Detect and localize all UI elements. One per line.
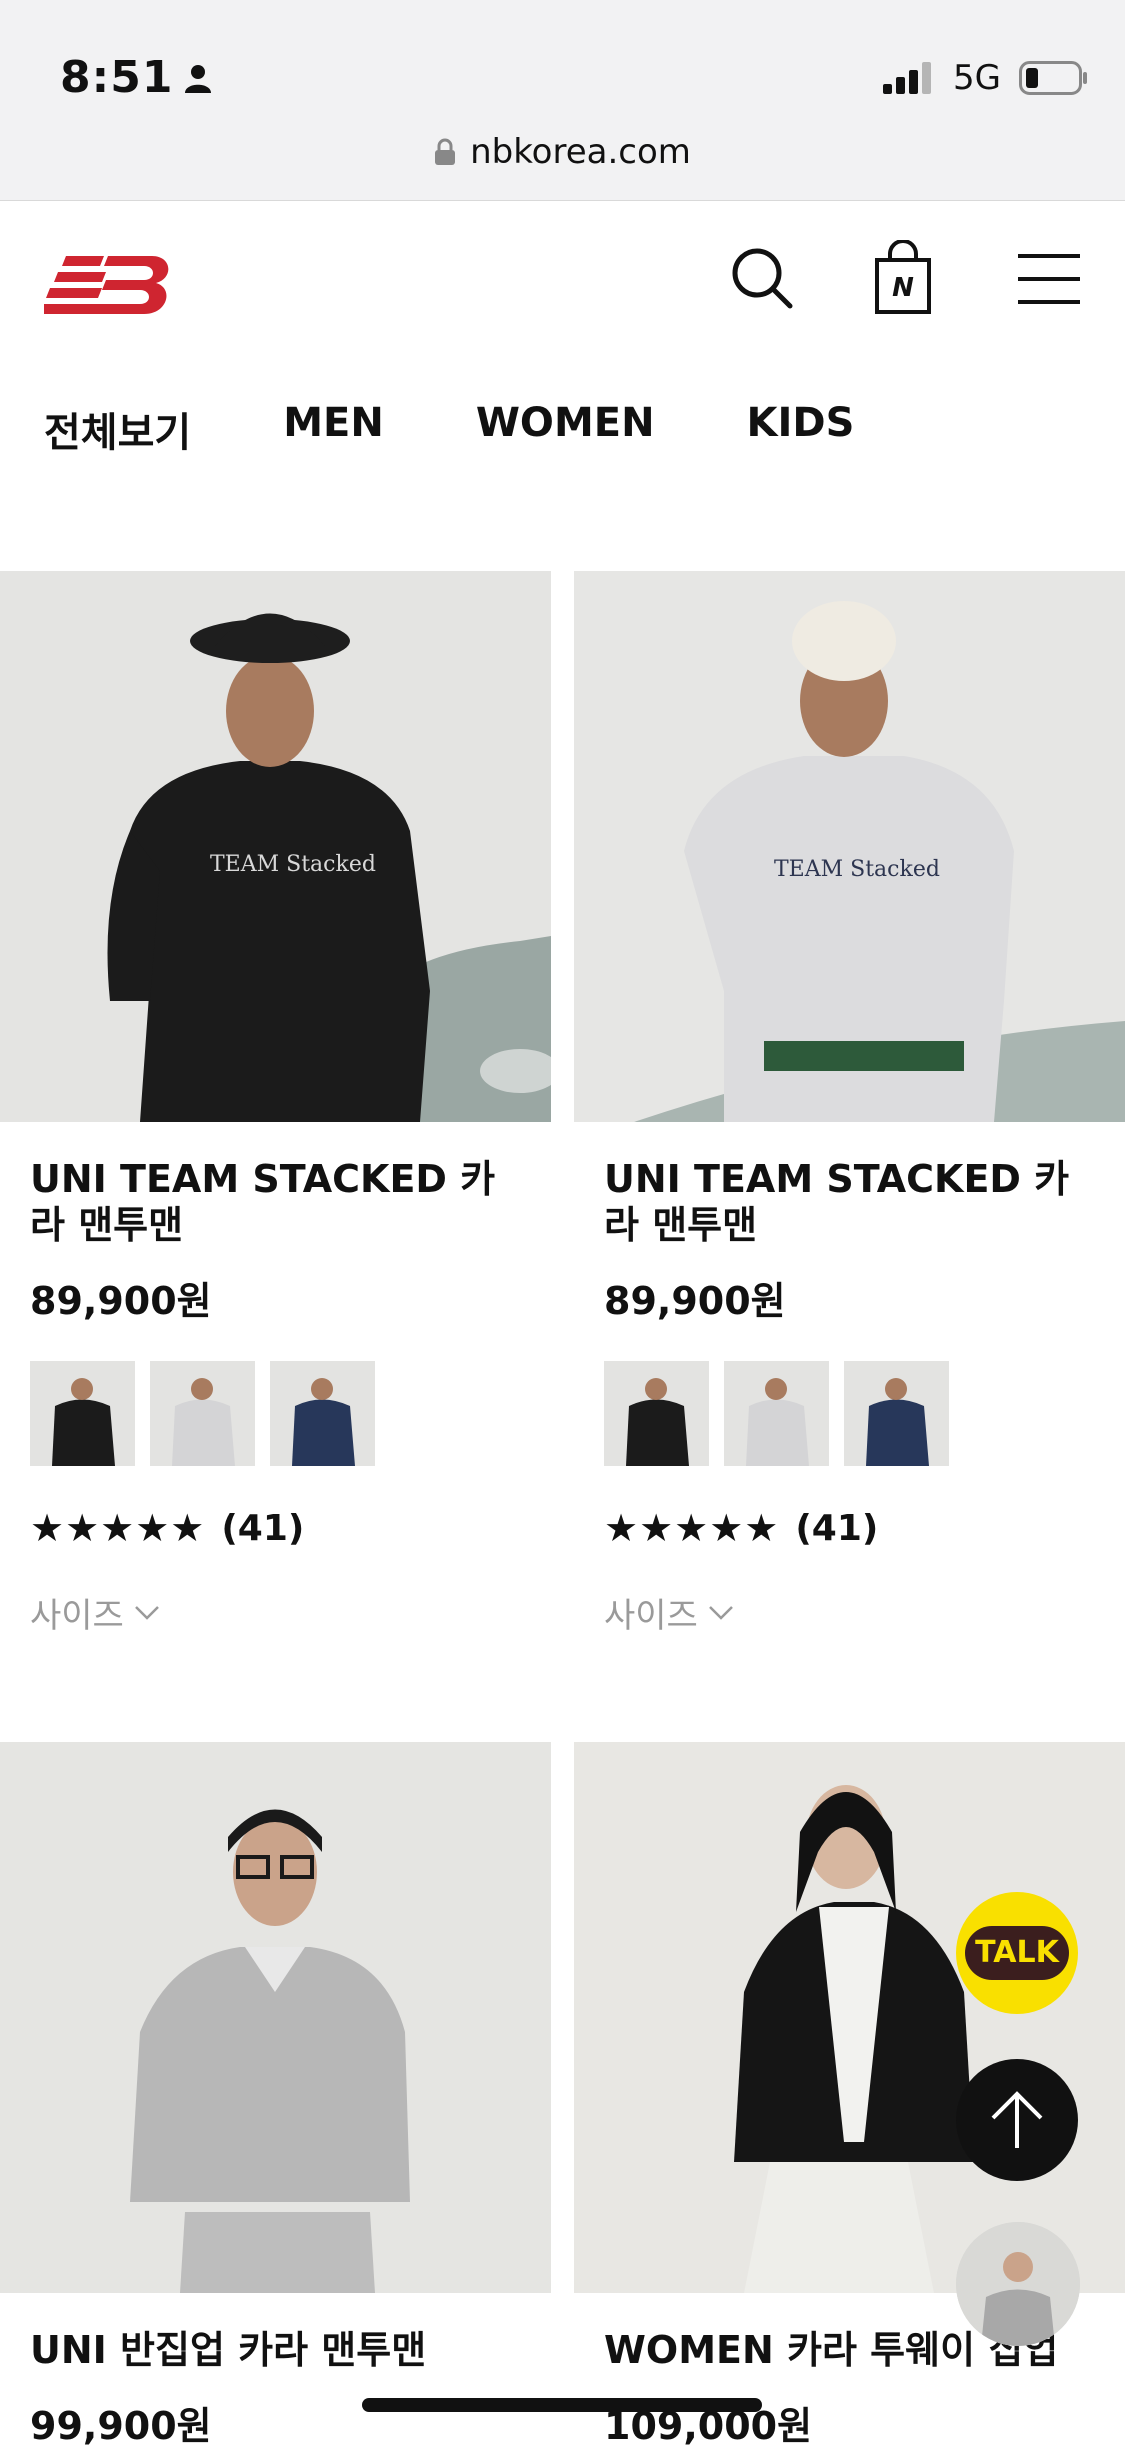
- network-label: 5G: [953, 58, 1001, 98]
- color-swatches: [30, 1361, 551, 1466]
- star-rating-icon: ★★★★★: [30, 1506, 206, 1550]
- product-photo-grey-half-zip: [0, 1742, 551, 2293]
- nav-item-men[interactable]: MEN: [283, 400, 384, 458]
- battery-icon: [1019, 61, 1087, 95]
- swatch-grey[interactable]: [150, 1361, 255, 1466]
- recently-viewed-thumbnail[interactable]: [956, 2222, 1080, 2346]
- review-count[interactable]: (41): [795, 1508, 878, 1549]
- svg-text:TEAM Stacked: TEAM Stacked: [774, 857, 940, 882]
- browser-chrome: 8:51 5G nbkorea.com: [0, 0, 1125, 201]
- menu-icon[interactable]: [1018, 254, 1080, 304]
- product-image[interactable]: [574, 1742, 1125, 2293]
- signal-icon: [883, 62, 932, 94]
- swatch-black[interactable]: [30, 1361, 135, 1466]
- product-photo-grey-sweatshirt: TEAM Stacked: [574, 571, 1125, 1122]
- chevron-down-icon: [708, 1605, 733, 1620]
- star-rating-icon: ★★★★★: [604, 1506, 780, 1550]
- new-balance-logo[interactable]: [44, 250, 176, 320]
- product-photo-black-zip-jacket: [574, 1742, 1125, 2293]
- swatch-navy[interactable]: [844, 1361, 949, 1466]
- swatch-navy[interactable]: [270, 1361, 375, 1466]
- product-title[interactable]: UNI 반집업 카라 맨투맨: [30, 2327, 530, 2373]
- swatch-black[interactable]: [604, 1361, 709, 1466]
- nav-item-all[interactable]: 전체보기: [44, 400, 191, 458]
- search-icon[interactable]: [730, 246, 794, 310]
- site-header: N: [0, 200, 1125, 370]
- kakao-talk-button[interactable]: TALK: [956, 1892, 1078, 2014]
- svg-text:N: N: [892, 273, 914, 303]
- rating: ★★★★★ (41): [30, 1506, 551, 1550]
- rating: ★★★★★ (41): [604, 1506, 1125, 1550]
- size-label: 사이즈: [604, 1596, 698, 1636]
- product-card[interactable]: UNI 반집업 카라 맨투맨 99,900원: [0, 1742, 551, 2450]
- product-image[interactable]: [0, 1742, 551, 2293]
- nav-item-kids[interactable]: KIDS: [747, 400, 855, 458]
- size-label: 사이즈: [30, 1596, 124, 1636]
- url-text[interactable]: nbkorea.com: [470, 132, 691, 172]
- color-swatches: [604, 1361, 1125, 1466]
- clock: 8:51: [60, 52, 174, 103]
- product-title[interactable]: UNI TEAM STACKED 카라 맨투맨: [604, 1156, 1104, 1248]
- size-dropdown[interactable]: 사이즈: [30, 1588, 551, 1637]
- product-title[interactable]: UNI TEAM STACKED 카라 맨투맨: [30, 1156, 530, 1248]
- status-time: 8:51: [60, 52, 213, 103]
- talk-label: TALK: [965, 1926, 1069, 1980]
- nav-item-women[interactable]: WOMEN: [476, 400, 655, 458]
- product-image[interactable]: TEAM Stacked: [574, 571, 1125, 1122]
- product-image[interactable]: TEAM Stacked: [0, 571, 551, 1122]
- arrow-up-icon: [991, 2091, 1043, 2148]
- category-nav: 전체보기 MEN WOMEN KIDS: [44, 400, 854, 458]
- product-price: 89,900원: [604, 1279, 786, 1323]
- recent-product-image: [956, 2222, 1080, 2346]
- review-count[interactable]: (41): [221, 1508, 304, 1549]
- address-bar[interactable]: nbkorea.com: [0, 132, 1125, 172]
- product-photo-black-sweatshirt: TEAM Stacked: [0, 571, 551, 1122]
- shopping-bag-icon[interactable]: N: [874, 240, 932, 314]
- swatch-grey[interactable]: [724, 1361, 829, 1466]
- product-price: 89,900원: [30, 1279, 212, 1323]
- chevron-down-icon: [134, 1605, 159, 1620]
- size-dropdown[interactable]: 사이즈: [604, 1588, 1125, 1637]
- scroll-to-top-button[interactable]: [956, 2059, 1078, 2181]
- person-icon: [185, 64, 212, 93]
- lock-icon: [435, 138, 456, 165]
- product-card[interactable]: TEAM Stacked UNI TEAM STACKED 카라 맨투맨 89,…: [0, 571, 551, 1637]
- status-indicators: 5G: [883, 58, 1089, 98]
- svg-text:TEAM Stacked: TEAM Stacked: [210, 852, 376, 877]
- product-card[interactable]: TEAM Stacked UNI TEAM STACKED 카라 맨투맨 89,…: [574, 571, 1125, 1637]
- home-indicator: [362, 2398, 762, 2412]
